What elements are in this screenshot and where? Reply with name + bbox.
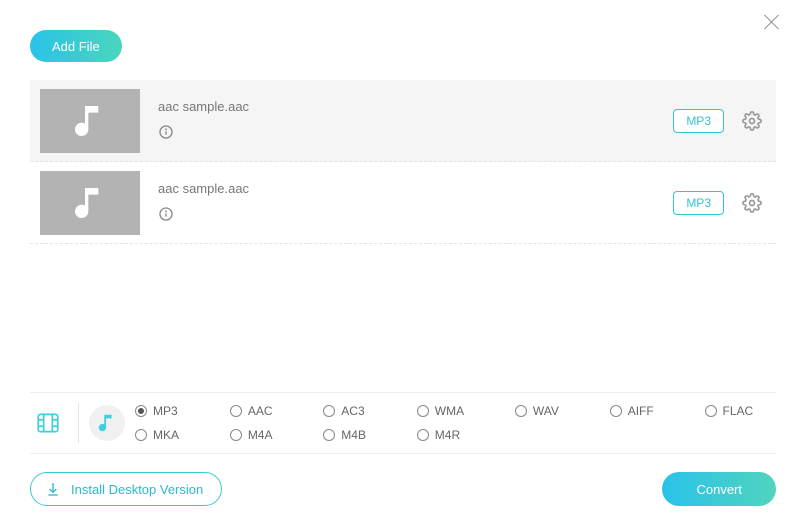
radio-icon [230,429,242,441]
info-icon[interactable] [158,206,673,225]
download-icon [45,481,61,497]
format-bar: MP3 AAC AC3 WMA WAV AIFF FLAC MKA M4A M4B M4R [30,392,776,454]
format-option-aac[interactable]: AAC [230,404,295,418]
radio-icon [323,405,335,417]
format-label: AIFF [628,404,654,418]
file-name: aac sample.aac [158,99,673,114]
video-category-icon[interactable] [30,405,66,441]
audio-category-icon[interactable] [89,405,125,441]
music-note-icon [70,101,110,141]
format-label: MP3 [153,404,178,418]
format-label: M4A [248,428,273,442]
file-name: aac sample.aac [158,181,673,196]
file-thumbnail [40,171,140,235]
format-label: AAC [248,404,273,418]
radio-icon [417,429,429,441]
close-icon[interactable] [762,12,782,32]
file-list: aac sample.aac MP3 aac sample.aac MP3 [30,80,776,244]
format-option-wma[interactable]: WMA [417,404,487,418]
format-option-mp3[interactable]: MP3 [135,404,202,418]
format-label: MKA [153,428,179,442]
file-item[interactable]: aac sample.aac MP3 [30,80,776,162]
radio-icon [610,405,622,417]
format-label: AC3 [341,404,364,418]
settings-gear-icon[interactable] [738,189,766,217]
format-option-flac[interactable]: FLAC [705,404,777,418]
format-option-m4a[interactable]: M4A [230,428,295,442]
radio-icon [135,429,147,441]
radio-icon [417,405,429,417]
music-note-icon [70,183,110,223]
format-option-m4b[interactable]: M4B [323,428,388,442]
format-label: M4R [435,428,460,442]
convert-button[interactable]: Convert [662,472,776,506]
format-label: M4B [341,428,366,442]
add-file-button[interactable]: Add File [30,30,122,62]
file-meta: aac sample.aac [158,99,673,143]
format-option-ac3[interactable]: AC3 [323,404,388,418]
settings-gear-icon[interactable] [738,107,766,135]
format-label: FLAC [723,404,754,418]
install-label: Install Desktop Version [71,482,203,497]
footer: Install Desktop Version Convert [30,472,776,506]
format-option-aiff[interactable]: AIFF [610,404,677,418]
radio-icon [230,405,242,417]
file-meta: aac sample.aac [158,181,673,225]
format-label: WMA [435,404,464,418]
format-badge[interactable]: MP3 [673,191,724,215]
install-desktop-button[interactable]: Install Desktop Version [30,472,222,506]
file-item[interactable]: aac sample.aac MP3 [30,162,776,244]
divider [78,403,79,443]
format-label: WAV [533,404,559,418]
file-thumbnail [40,89,140,153]
format-option-wav[interactable]: WAV [515,404,582,418]
radio-icon [515,405,527,417]
format-badge[interactable]: MP3 [673,109,724,133]
radio-icon [323,429,335,441]
radio-icon [705,405,717,417]
format-option-m4r[interactable]: M4R [417,428,487,442]
info-icon[interactable] [158,124,673,143]
radio-icon [135,405,147,417]
format-option-mka[interactable]: MKA [135,428,202,442]
format-options: MP3 AAC AC3 WMA WAV AIFF FLAC MKA M4A M4B M4R [131,404,776,442]
